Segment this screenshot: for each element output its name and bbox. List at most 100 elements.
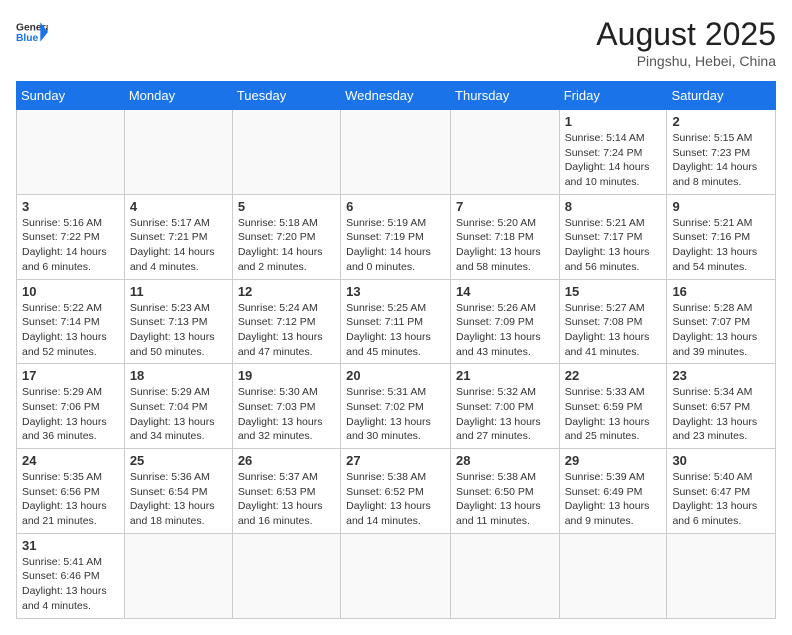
- day-number: 11: [130, 284, 227, 299]
- weekday-header-wednesday: Wednesday: [341, 82, 451, 110]
- day-info: Sunrise: 5:32 AM Sunset: 7:00 PM Dayligh…: [456, 385, 554, 444]
- calendar-week-4: 17 Sunrise: 5:29 AM Sunset: 7:06 PM Dayli…: [17, 364, 776, 449]
- weekday-header-thursday: Thursday: [451, 82, 560, 110]
- day-info: Sunrise: 5:39 AM Sunset: 6:49 PM Dayligh…: [565, 470, 662, 529]
- day-number: 6: [346, 199, 445, 214]
- logo-icon: General Blue: [16, 16, 48, 48]
- day-info: Sunrise: 5:29 AM Sunset: 7:06 PM Dayligh…: [22, 385, 119, 444]
- day-number: 8: [565, 199, 662, 214]
- calendar-cell: 24 Sunrise: 5:35 AM Sunset: 6:56 PM Dayli…: [17, 449, 125, 534]
- calendar-week-6: 31 Sunrise: 5:41 AM Sunset: 6:46 PM Dayli…: [17, 533, 776, 618]
- day-number: 3: [22, 199, 119, 214]
- day-number: 2: [672, 114, 770, 129]
- day-info: Sunrise: 5:20 AM Sunset: 7:18 PM Dayligh…: [456, 216, 554, 275]
- day-number: 17: [22, 368, 119, 383]
- calendar-cell: [232, 533, 340, 618]
- calendar-week-5: 24 Sunrise: 5:35 AM Sunset: 6:56 PM Dayli…: [17, 449, 776, 534]
- calendar-cell: 13Sunrise: 5:25 AM Sunset: 7:11 PM Dayli…: [341, 279, 451, 364]
- day-info: Sunrise: 5:17 AM Sunset: 7:21 PM Dayligh…: [130, 216, 227, 275]
- calendar-cell: 29 Sunrise: 5:39 AM Sunset: 6:49 PM Dayli…: [559, 449, 667, 534]
- calendar-cell: 3Sunrise: 5:16 AM Sunset: 7:22 PM Daylig…: [17, 194, 125, 279]
- calendar-cell: 30Sunrise: 5:40 AM Sunset: 6:47 PM Dayli…: [667, 449, 776, 534]
- day-info: Sunrise: 5:24 AM Sunset: 7:12 PM Dayligh…: [238, 301, 335, 360]
- day-number: 27: [346, 453, 445, 468]
- day-number: 29: [565, 453, 662, 468]
- day-number: 31: [22, 538, 119, 553]
- day-info: Sunrise: 5:21 AM Sunset: 7:17 PM Dayligh…: [565, 216, 662, 275]
- day-info: Sunrise: 5:28 AM Sunset: 7:07 PM Dayligh…: [672, 301, 770, 360]
- weekday-header-sunday: Sunday: [17, 82, 125, 110]
- day-number: 1: [565, 114, 662, 129]
- calendar-cell: 5Sunrise: 5:18 AM Sunset: 7:20 PM Daylig…: [232, 194, 340, 279]
- calendar-week-1: 1 Sunrise: 5:14 AM Sunset: 7:24 PM Daylig…: [17, 110, 776, 195]
- weekday-header-friday: Friday: [559, 82, 667, 110]
- day-info: Sunrise: 5:26 AM Sunset: 7:09 PM Dayligh…: [456, 301, 554, 360]
- page-header: General Blue August 2025 Pingshu, Hebei,…: [16, 16, 776, 69]
- day-info: Sunrise: 5:31 AM Sunset: 7:02 PM Dayligh…: [346, 385, 445, 444]
- calendar-cell: 17 Sunrise: 5:29 AM Sunset: 7:06 PM Dayli…: [17, 364, 125, 449]
- day-number: 15: [565, 284, 662, 299]
- day-number: 7: [456, 199, 554, 214]
- calendar-cell: 10Sunrise: 5:22 AM Sunset: 7:14 PM Dayli…: [17, 279, 125, 364]
- day-number: 12: [238, 284, 335, 299]
- day-info: Sunrise: 5:33 AM Sunset: 6:59 PM Dayligh…: [565, 385, 662, 444]
- day-number: 23: [672, 368, 770, 383]
- day-info: Sunrise: 5:22 AM Sunset: 7:14 PM Dayligh…: [22, 301, 119, 360]
- day-number: 4: [130, 199, 227, 214]
- day-info: Sunrise: 5:15 AM Sunset: 7:23 PM Dayligh…: [672, 131, 770, 190]
- logo: General Blue: [16, 16, 48, 48]
- title-block: August 2025 Pingshu, Hebei, China: [596, 16, 776, 69]
- day-info: Sunrise: 5:35 AM Sunset: 6:56 PM Dayligh…: [22, 470, 119, 529]
- calendar-cell: [451, 110, 560, 195]
- calendar-cell: 19Sunrise: 5:30 AM Sunset: 7:03 PM Dayli…: [232, 364, 340, 449]
- location: Pingshu, Hebei, China: [596, 53, 776, 69]
- day-info: Sunrise: 5:25 AM Sunset: 7:11 PM Dayligh…: [346, 301, 445, 360]
- day-number: 9: [672, 199, 770, 214]
- day-info: Sunrise: 5:34 AM Sunset: 6:57 PM Dayligh…: [672, 385, 770, 444]
- calendar-cell: 11Sunrise: 5:23 AM Sunset: 7:13 PM Dayli…: [124, 279, 232, 364]
- calendar-cell: 15 Sunrise: 5:27 AM Sunset: 7:08 PM Dayli…: [559, 279, 667, 364]
- calendar-cell: 4 Sunrise: 5:17 AM Sunset: 7:21 PM Daylig…: [124, 194, 232, 279]
- calendar-cell: 28Sunrise: 5:38 AM Sunset: 6:50 PM Dayli…: [451, 449, 560, 534]
- day-number: 18: [130, 368, 227, 383]
- calendar-cell: [667, 533, 776, 618]
- weekday-header-row: SundayMondayTuesdayWednesdayThursdayFrid…: [17, 82, 776, 110]
- calendar-cell: 8 Sunrise: 5:21 AM Sunset: 7:17 PM Daylig…: [559, 194, 667, 279]
- calendar-cell: 14 Sunrise: 5:26 AM Sunset: 7:09 PM Dayli…: [451, 279, 560, 364]
- day-number: 24: [22, 453, 119, 468]
- calendar-cell: [341, 533, 451, 618]
- calendar-cell: [341, 110, 451, 195]
- calendar-cell: 9 Sunrise: 5:21 AM Sunset: 7:16 PM Daylig…: [667, 194, 776, 279]
- calendar-cell: 2 Sunrise: 5:15 AM Sunset: 7:23 PM Daylig…: [667, 110, 776, 195]
- calendar-cell: 27 Sunrise: 5:38 AM Sunset: 6:52 PM Dayli…: [341, 449, 451, 534]
- svg-text:Blue: Blue: [16, 33, 38, 44]
- day-info: Sunrise: 5:37 AM Sunset: 6:53 PM Dayligh…: [238, 470, 335, 529]
- calendar-cell: 25Sunrise: 5:36 AM Sunset: 6:54 PM Dayli…: [124, 449, 232, 534]
- calendar-cell: 7 Sunrise: 5:20 AM Sunset: 7:18 PM Daylig…: [451, 194, 560, 279]
- day-info: Sunrise: 5:41 AM Sunset: 6:46 PM Dayligh…: [22, 555, 119, 614]
- day-number: 30: [672, 453, 770, 468]
- day-number: 21: [456, 368, 554, 383]
- day-info: Sunrise: 5:14 AM Sunset: 7:24 PM Dayligh…: [565, 131, 662, 190]
- day-info: Sunrise: 5:27 AM Sunset: 7:08 PM Dayligh…: [565, 301, 662, 360]
- day-info: Sunrise: 5:21 AM Sunset: 7:16 PM Dayligh…: [672, 216, 770, 275]
- month-year: August 2025: [596, 16, 776, 53]
- day-info: Sunrise: 5:38 AM Sunset: 6:52 PM Dayligh…: [346, 470, 445, 529]
- calendar-cell: [124, 533, 232, 618]
- weekday-header-saturday: Saturday: [667, 82, 776, 110]
- day-number: 14: [456, 284, 554, 299]
- calendar-cell: [124, 110, 232, 195]
- day-number: 5: [238, 199, 335, 214]
- calendar-cell: [232, 110, 340, 195]
- day-number: 20: [346, 368, 445, 383]
- calendar-cell: [451, 533, 560, 618]
- day-info: Sunrise: 5:29 AM Sunset: 7:04 PM Dayligh…: [130, 385, 227, 444]
- calendar-week-2: 3Sunrise: 5:16 AM Sunset: 7:22 PM Daylig…: [17, 194, 776, 279]
- calendar-cell: 22Sunrise: 5:33 AM Sunset: 6:59 PM Dayli…: [559, 364, 667, 449]
- calendar-cell: [17, 110, 125, 195]
- weekday-header-tuesday: Tuesday: [232, 82, 340, 110]
- day-number: 25: [130, 453, 227, 468]
- day-number: 16: [672, 284, 770, 299]
- calendar-cell: 20 Sunrise: 5:31 AM Sunset: 7:02 PM Dayli…: [341, 364, 451, 449]
- day-number: 26: [238, 453, 335, 468]
